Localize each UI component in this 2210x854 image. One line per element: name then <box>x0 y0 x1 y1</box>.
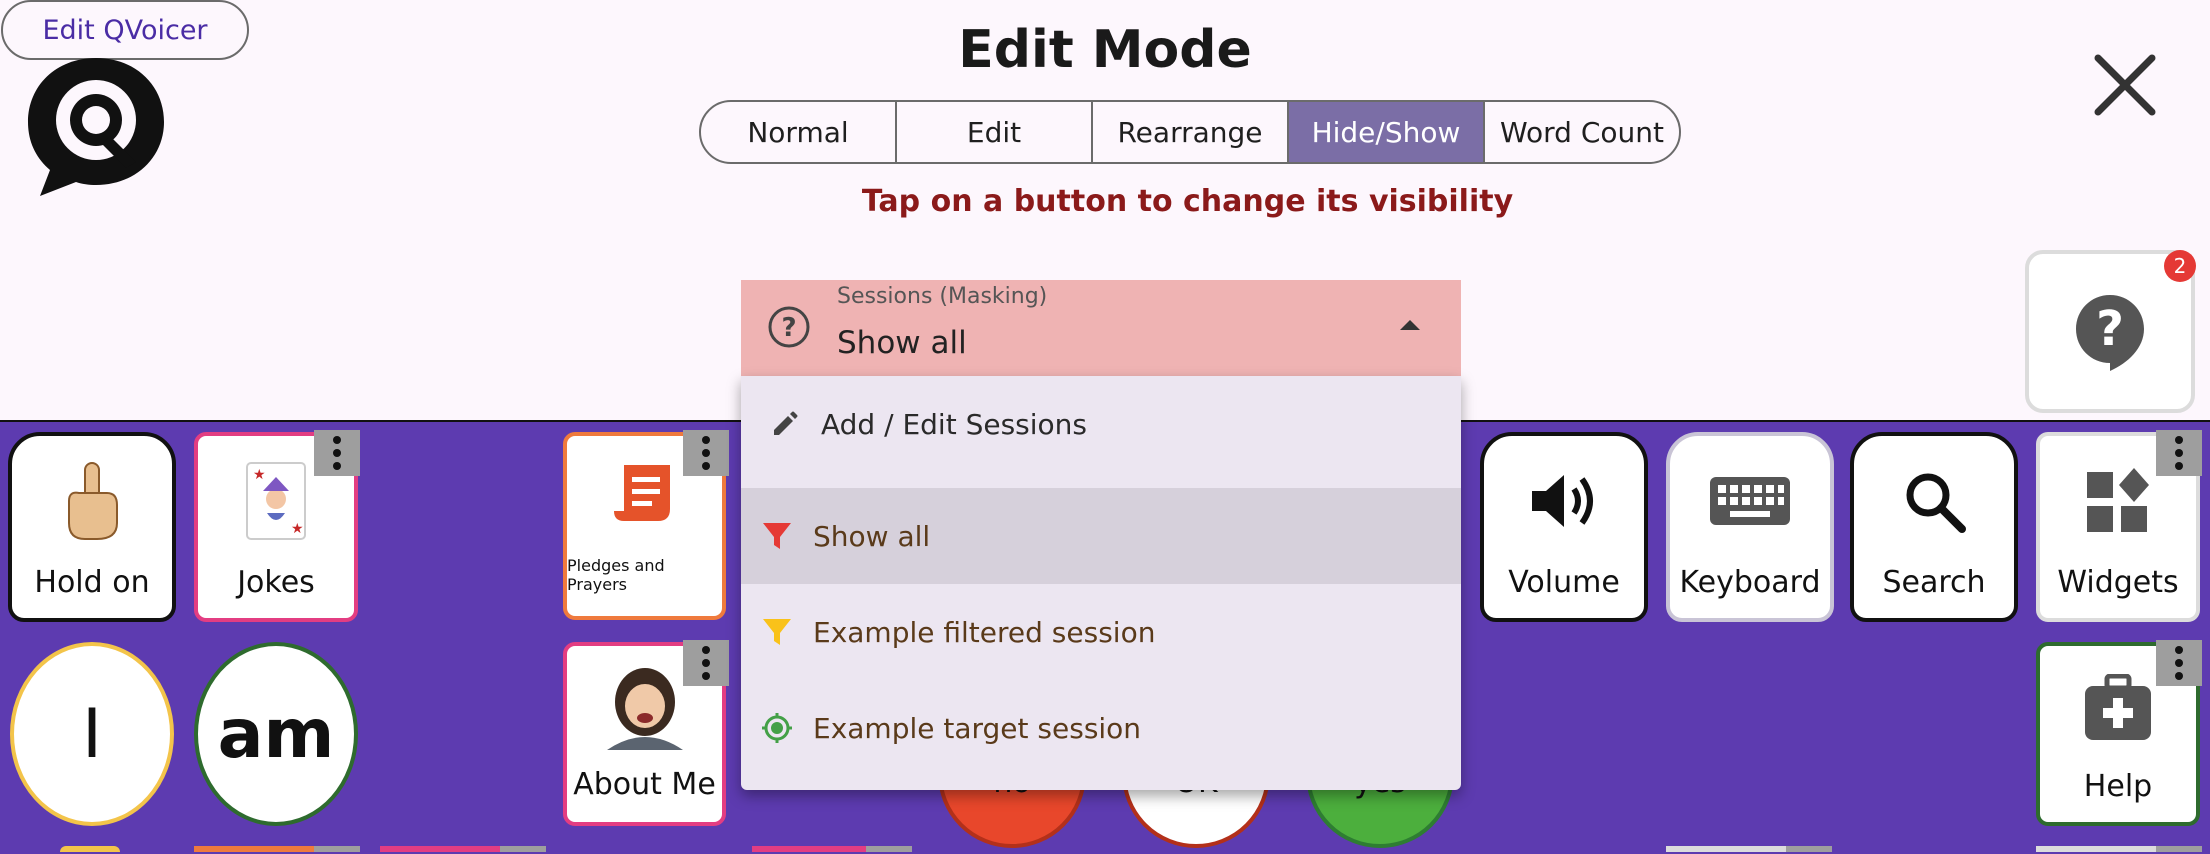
tile-edge <box>1786 846 1832 852</box>
word-label: I <box>81 694 103 774</box>
mode-rearrange[interactable]: Rearrange <box>1091 102 1287 162</box>
mode-hide-show[interactable]: Hide/Show <box>1287 102 1483 162</box>
tile-label: Help <box>2083 769 2153 804</box>
target-icon <box>762 713 792 743</box>
tile-menu-button[interactable] <box>2156 430 2202 476</box>
tile-volume[interactable]: Volume <box>1480 432 1648 622</box>
help-bubble-icon: ? <box>2076 294 2144 371</box>
tile-label: Search <box>1882 565 1986 600</box>
close-icon[interactable] <box>2090 50 2160 120</box>
tile-edge <box>194 846 324 852</box>
menu-item-example-target-session[interactable]: Example target session <box>741 680 1461 776</box>
tile-edge <box>1666 846 1796 852</box>
sessions-menu: Add / Edit Sessions Show all Example fil… <box>741 376 1461 790</box>
word-label: am <box>217 694 335 774</box>
svg-text:?: ? <box>781 313 796 343</box>
tile-edge <box>866 846 912 852</box>
tile-edge <box>314 846 360 852</box>
menu-item-show-all[interactable]: Show all <box>741 488 1461 584</box>
tile-label: Jokes <box>237 565 315 600</box>
menu-item-label: Example target session <box>813 711 1142 745</box>
question-circle-icon: ? <box>768 306 810 348</box>
mode-normal[interactable]: Normal <box>701 102 895 162</box>
sessions-label: Sessions (Masking) <box>837 284 1048 309</box>
filter-icon <box>763 523 791 549</box>
joker-card-icon: ★ ★ <box>246 461 306 540</box>
caret-up-icon <box>1400 320 1420 330</box>
mode-hint: Tap on a button to change its visibility <box>861 184 1514 219</box>
tile-label: Widgets <box>2057 565 2179 600</box>
search-icon <box>1906 473 1966 533</box>
tile-search[interactable]: Search <box>1850 432 2018 622</box>
word-am[interactable]: am <box>194 642 358 826</box>
tile-edge <box>2036 846 2166 852</box>
filter-icon <box>763 619 791 645</box>
scroll-icon <box>613 465 670 521</box>
tile-edge <box>752 846 882 852</box>
tile-label: Pledges and Prayers <box>567 556 665 594</box>
mode-word-count[interactable]: Word Count <box>1483 102 1679 162</box>
menu-item-add-edit-sessions[interactable]: Add / Edit Sessions <box>741 376 1461 472</box>
sessions-value: Show all <box>837 325 967 361</box>
tile-label: Hold on <box>34 565 150 600</box>
first-aid-kit-icon <box>2085 673 2151 740</box>
volume-icon <box>1532 474 1593 527</box>
tile-edge <box>60 846 120 852</box>
tile-menu-button[interactable] <box>2156 640 2202 686</box>
tile-menu-button[interactable] <box>314 430 360 476</box>
word-i[interactable]: I <box>10 642 174 826</box>
tile-edge <box>380 846 510 852</box>
tile-label: Volume <box>1508 565 1620 600</box>
pencil-icon <box>774 411 798 435</box>
page-title: Edit Mode <box>958 20 1252 80</box>
menu-item-example-filtered-session[interactable]: Example filtered session <box>741 584 1461 680</box>
menu-item-label: Example filtered session <box>813 615 1156 649</box>
tile-menu-button[interactable] <box>683 430 729 476</box>
keyboard-icon <box>1710 476 1790 525</box>
raised-finger-icon <box>68 461 118 540</box>
widgets-icon <box>2087 467 2149 532</box>
svg-text:★: ★ <box>291 521 304 537</box>
tile-edge <box>500 846 546 852</box>
tile-label: Keyboard <box>1679 565 1821 600</box>
tile-edge <box>2156 846 2202 852</box>
mode-selector: Normal Edit Rearrange Hide/Show Word Cou… <box>699 100 1681 164</box>
tile-keyboard[interactable]: Keyboard <box>1666 432 1834 622</box>
notification-badge: 2 <box>2164 250 2196 282</box>
child-photo-icon <box>606 667 683 750</box>
tile-label: About Me <box>573 767 716 802</box>
tile-menu-button[interactable] <box>683 640 729 686</box>
menu-item-label: Show all <box>813 519 931 553</box>
mode-edit[interactable]: Edit <box>895 102 1091 162</box>
menu-item-label: Add / Edit Sessions <box>821 407 1087 441</box>
svg-text:?: ? <box>2096 301 2124 357</box>
svg-text:★: ★ <box>253 467 266 483</box>
tile-hold-on[interactable]: Hold on <box>8 432 176 622</box>
